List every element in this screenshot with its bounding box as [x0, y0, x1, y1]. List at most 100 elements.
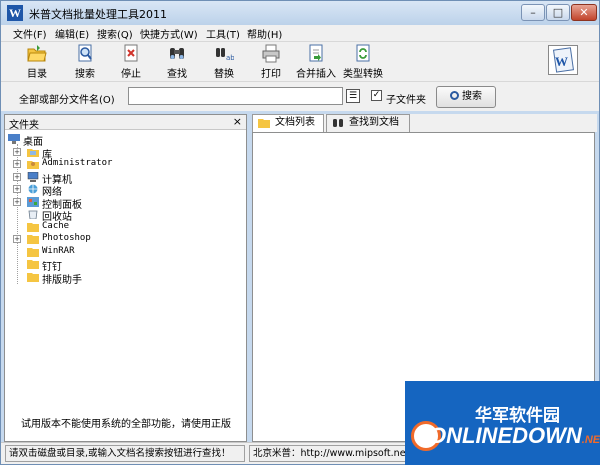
recycle-bin-icon — [28, 210, 38, 219]
tree-item-network[interactable]: + 网络 — [5, 183, 246, 198]
tree-item-winrar[interactable]: WinRAR — [5, 246, 246, 259]
replace-icon: ab — [216, 48, 234, 62]
convert-icon — [356, 44, 370, 62]
tree-item-cache[interactable]: Cache — [5, 221, 246, 234]
expand-icon[interactable]: + — [13, 147, 21, 156]
search-row: 全部或部分文件名(O) ☰ ✓ 子文件夹 搜索 — [1, 81, 599, 111]
document-tabs: 文档列表 查找到文档 — [252, 114, 597, 132]
tree-item-computer[interactable]: + 计算机 — [5, 171, 246, 186]
tree-item-administrator[interactable]: + Administrator — [5, 158, 246, 171]
search-button-label: 搜索 — [462, 91, 482, 102]
merge-document-icon — [309, 44, 323, 62]
menu-search[interactable]: 搜索(Q) — [97, 26, 133, 41]
computer-icon — [27, 171, 39, 182]
find-button[interactable]: 查找 — [153, 44, 201, 80]
tree-item-label: Cache — [42, 220, 70, 231]
expand-icon[interactable]: + — [13, 160, 21, 168]
magnifier-icon — [450, 91, 459, 100]
menu-bar: 文件(F) 编辑(E) 搜索(Q) 快捷方式(W) 工具(T) 帮助(H) — [1, 25, 599, 41]
tree-item-recycle-bin[interactable]: 回收站 — [5, 208, 246, 223]
close-button[interactable]: ✕ — [571, 4, 597, 21]
svg-text:ab: ab — [226, 54, 234, 62]
expand-icon[interactable]: + — [13, 185, 21, 193]
svg-text:W: W — [555, 54, 568, 69]
search-toolbar-button[interactable]: 搜索 — [61, 44, 109, 80]
printer-icon — [262, 44, 280, 63]
print-button[interactable]: 打印 — [247, 44, 295, 80]
tree-item-photoshop[interactable]: + Photoshop — [5, 233, 246, 246]
folder-icon — [27, 247, 39, 257]
folder-open-icon — [27, 45, 47, 62]
tab-found-documents[interactable]: 查找到文档 — [326, 114, 410, 132]
app-logo-icon: W — [7, 5, 23, 21]
menu-shortcut[interactable]: 快捷方式(W) — [140, 26, 198, 41]
tree-item-label: WinRAR — [42, 245, 75, 256]
stop-label: 停止 — [121, 69, 141, 80]
type-convert-label: 类型转换 — [343, 69, 383, 80]
app-window: W 米普文档批量处理工具2011 – □ ✕ 文件(F) 编辑(E) 搜索(Q)… — [0, 0, 600, 465]
folder-icon — [27, 222, 39, 232]
tree-item-layout-assistant[interactable]: 排版助手 — [5, 271, 246, 286]
tree-item-library[interactable]: + 库 — [5, 146, 246, 161]
replace-button[interactable]: ab 替换 — [200, 44, 248, 80]
trial-notice: 试用版本不能使用系统的全部功能，请使用正版 — [21, 419, 231, 430]
search-button[interactable]: 搜索 — [436, 86, 496, 108]
type-convert-button[interactable]: 类型转换 — [339, 44, 387, 80]
folder-tree: 桌面 + 库 + Administrator + 计算机 + 网络 + 控制面板… — [5, 133, 246, 286]
control-panel-icon — [27, 196, 39, 207]
menu-file[interactable]: 文件(F) — [13, 26, 47, 41]
binoculars-icon — [170, 48, 184, 59]
merge-insert-label: 合并插入 — [296, 69, 336, 80]
desktop-icon — [8, 134, 20, 144]
directory-label: 目录 — [27, 69, 47, 80]
folder-icon — [27, 272, 39, 282]
tree-item-label: Administrator — [42, 158, 113, 168]
tree-item-label: Photoshop — [42, 233, 91, 243]
find-label: 查找 — [167, 69, 187, 80]
product-logo-icon: W — [548, 45, 578, 75]
expand-icon[interactable]: + — [13, 172, 21, 181]
replace-label: 替换 — [214, 69, 234, 80]
merge-insert-button[interactable]: 合并插入 — [292, 44, 340, 80]
tab-label: 查找到文档 — [349, 117, 399, 128]
folder-panel-title: 文件夹 — [9, 120, 39, 131]
expand-icon[interactable]: + — [13, 197, 21, 206]
folder-icon — [27, 260, 39, 269]
filename-label: 全部或部分文件名(O) — [19, 95, 115, 106]
title-bar[interactable]: W 米普文档批量处理工具2011 – □ ✕ — [1, 1, 599, 25]
window-title: 米普文档批量处理工具2011 — [29, 8, 167, 21]
search-toolbar-label: 搜索 — [75, 69, 95, 80]
tab-document-list[interactable]: 文档列表 — [252, 114, 324, 132]
tree-item-control-panel[interactable]: + 控制面板 — [5, 196, 246, 211]
print-label: 打印 — [261, 69, 281, 80]
toolbar: 目录 搜索 停止 查找 ab 替换 打印 合并插入 类型转换 — [1, 41, 599, 81]
subfolder-checkbox[interactable]: ✓ — [371, 90, 382, 101]
watermark-bottom-text: ONLINEDOWN.NET — [429, 423, 600, 448]
filter-options-button[interactable]: ☰ — [346, 89, 360, 103]
expand-icon[interactable]: + — [13, 235, 21, 243]
library-icon — [27, 148, 39, 157]
directory-button[interactable]: 目录 — [13, 44, 61, 80]
minimize-button[interactable]: – — [521, 4, 545, 21]
menu-help[interactable]: 帮助(H) — [247, 26, 282, 41]
folder-panel-header: 文件夹 × — [5, 115, 246, 131]
menu-edit[interactable]: 编辑(E) — [55, 26, 89, 41]
document-search-icon — [78, 44, 92, 62]
tree-item-desktop[interactable]: 桌面 — [5, 133, 246, 148]
menu-tools[interactable]: 工具(T) — [206, 26, 240, 41]
tree-item-dingding[interactable]: 钉钉 — [5, 258, 246, 273]
user-icon — [27, 161, 39, 169]
binoculars-icon — [333, 119, 343, 127]
folder-panel: 文件夹 × 桌面 + 库 + Administrator + 计算机 + 网络 … — [4, 114, 247, 442]
network-icon — [28, 184, 38, 194]
stop-icon — [124, 44, 138, 62]
tree-item-label: 排版助手 — [42, 274, 82, 286]
folder-icon — [27, 235, 39, 244]
maximize-button[interactable]: □ — [546, 4, 570, 21]
subfolder-label: 子文件夹 — [386, 95, 426, 106]
status-hint: 请双击磁盘或目录,或输入文档名搜索按钮进行查找！ — [5, 445, 245, 462]
watermark-overlay: 华军软件园 ONLINEDOWN.NET — [405, 381, 600, 465]
folder-panel-close-button[interactable]: × — [233, 115, 242, 128]
filename-input[interactable] — [128, 87, 343, 105]
stop-button[interactable]: 停止 — [107, 44, 155, 80]
